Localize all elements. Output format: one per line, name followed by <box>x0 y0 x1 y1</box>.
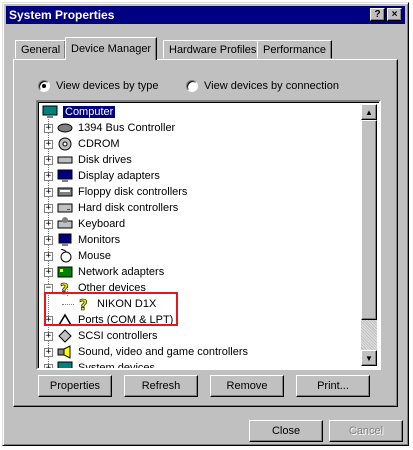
device-manager-panel: View devices by type View devices by con… <box>13 59 398 407</box>
help-button[interactable]: ? <box>370 8 385 21</box>
title-bar[interactable]: System Properties ? × <box>6 6 405 24</box>
network-icon <box>57 265 73 279</box>
tree-scrollbar[interactable]: ▲ ▼ <box>361 104 377 366</box>
tree-item[interactable]: +1394 Bus Controller <box>44 120 175 136</box>
tree-item[interactable]: + Floppy disk controllers <box>44 184 187 200</box>
close-button[interactable]: Close <box>249 420 323 442</box>
device-tree[interactable]: Computer +1394 Bus Controller + CDROM + Disk… <box>36 100 381 370</box>
keyboard-icon <box>57 217 73 231</box>
computer-icon <box>42 105 58 119</box>
expand-toggle[interactable]: + <box>44 123 53 133</box>
view-by-connection-option[interactable]: View devices by connection <box>186 80 339 92</box>
tree-root-computer[interactable]: Computer <box>42 104 116 120</box>
mouse-icon <box>57 249 73 263</box>
remove-button[interactable]: Remove <box>210 375 284 397</box>
highlight-box <box>44 292 178 326</box>
system-icon <box>57 361 73 368</box>
tab-performance[interactable]: Performance <box>257 40 332 59</box>
tree-item-label: CDROM <box>78 138 120 150</box>
view-by-type-label: View devices by type <box>56 80 159 92</box>
tree-root-label: Computer <box>63 106 116 118</box>
expand-toggle[interactable]: + <box>44 363 53 368</box>
tree-item[interactable]: + Network adapters <box>44 264 164 280</box>
system-properties-window: System Properties ? × General Device Man… <box>2 2 409 446</box>
hdd-icon <box>57 201 73 215</box>
tree-item-label: System devices <box>78 362 156 370</box>
expand-toggle[interactable]: + <box>44 155 53 165</box>
properties-button[interactable]: Properties <box>38 375 112 397</box>
tree-item[interactable]: + Hard disk controllers <box>44 200 178 216</box>
tree-item[interactable]: + Disk drives <box>44 152 132 168</box>
cancel-button[interactable]: Cancel <box>329 420 403 442</box>
tree-item[interactable]: + Display adapters <box>44 168 160 184</box>
disk-icon <box>57 153 73 167</box>
print-button[interactable]: Print... <box>296 375 370 397</box>
expand-toggle[interactable]: + <box>44 139 53 149</box>
view-by-type-radio[interactable] <box>38 80 50 92</box>
tree-item-label: Keyboard <box>78 218 126 230</box>
display-icon <box>57 169 73 183</box>
tree-item-label: Display adapters <box>78 170 160 182</box>
tree-item-label: Monitors <box>78 234 121 246</box>
monitor-icon <box>57 233 73 247</box>
refresh-button[interactable]: Refresh <box>124 375 198 397</box>
scsi-icon <box>57 329 73 343</box>
expand-toggle[interactable]: + <box>44 251 53 261</box>
tab-device-manager[interactable]: Device Manager <box>65 37 158 60</box>
expand-toggle[interactable]: + <box>44 219 53 229</box>
tree-item[interactable]: + Sound, video and game controllers <box>44 344 248 360</box>
close-icon[interactable]: × <box>387 8 402 21</box>
scroll-thumb[interactable] <box>361 120 377 320</box>
tree-item-label: Disk drives <box>78 154 132 166</box>
cdrom-icon <box>57 137 73 151</box>
tree-item[interactable]: + SCSI controllers <box>44 328 157 344</box>
window-title: System Properties <box>9 8 115 22</box>
tree-item[interactable]: + Mouse <box>44 248 111 264</box>
expand-toggle[interactable]: + <box>44 331 53 341</box>
tree-item[interactable]: + Keyboard <box>44 216 125 232</box>
expand-toggle[interactable]: + <box>44 347 53 357</box>
scroll-up-button[interactable]: ▲ <box>361 104 377 120</box>
tree-item-label: SCSI controllers <box>78 330 158 342</box>
expand-toggle[interactable]: + <box>44 235 53 245</box>
expand-toggle[interactable]: + <box>44 187 53 197</box>
view-by-connection-label: View devices by connection <box>204 80 339 92</box>
scroll-down-button[interactable]: ▼ <box>361 350 377 366</box>
tab-general[interactable]: General <box>15 40 67 59</box>
expand-toggle[interactable]: + <box>44 267 53 277</box>
floppy-icon <box>57 185 73 199</box>
bus-icon <box>57 121 73 135</box>
tree-item[interactable]: + System devices <box>44 360 156 370</box>
tab-hardware-profiles[interactable]: Hardware Profiles <box>163 40 263 59</box>
tree-item-label: 1394 Bus Controller <box>78 122 176 134</box>
tree-item-label: Mouse <box>78 250 112 262</box>
tree-item-label: Hard disk controllers <box>78 202 179 214</box>
tree-item-label: Network adapters <box>78 266 165 278</box>
expand-toggle[interactable]: + <box>44 171 53 181</box>
expand-toggle[interactable]: + <box>44 203 53 213</box>
tree-item-label: Floppy disk controllers <box>78 186 188 198</box>
tree-item[interactable]: + Monitors <box>44 232 120 248</box>
view-by-connection-radio[interactable] <box>186 80 198 92</box>
view-by-type-option[interactable]: View devices by type <box>38 80 159 92</box>
sound-icon <box>57 345 73 359</box>
tree-item-label: Sound, video and game controllers <box>78 346 248 358</box>
tree-item[interactable]: + CDROM <box>44 136 120 152</box>
